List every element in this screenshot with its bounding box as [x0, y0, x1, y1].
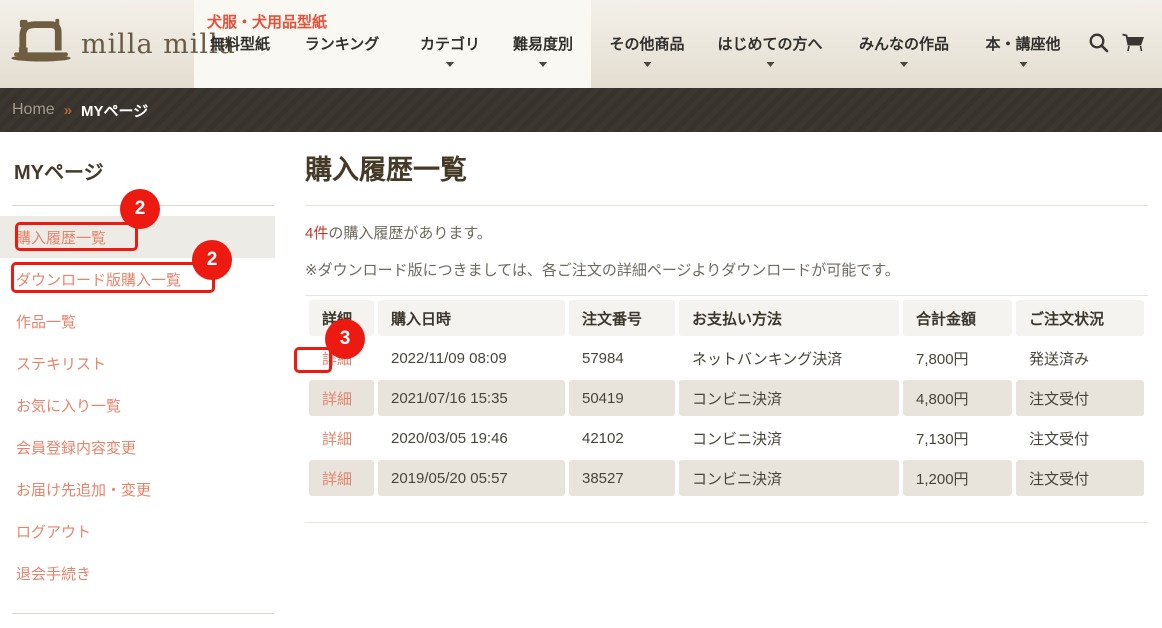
sidebar-item-suteki-list[interactable]: ステキリスト	[0, 342, 275, 384]
chevron-down-icon	[1019, 62, 1027, 67]
search-icon[interactable]	[1087, 31, 1111, 55]
nav-item-user-works[interactable]: みんなの作品	[859, 33, 949, 67]
payment-method: コンビニ決済	[679, 420, 899, 456]
breadcrumb-separator-icon: »	[64, 102, 72, 119]
purchase-date: 2021/07/16 15:35	[378, 380, 565, 416]
col-header-order-no: 注文番号	[569, 300, 675, 336]
breadcrumb-current: MYページ	[81, 100, 148, 121]
nav-item-free-patterns[interactable]: 無料型紙	[210, 33, 270, 54]
order-status: 注文受付	[1016, 460, 1144, 496]
total-amount: 7,130円	[903, 420, 1012, 456]
tab-label: 犬服・犬用品型紙	[207, 11, 327, 32]
download-note: ※ダウンロード版につきましては、各ご注文の詳細ページよりダウンロードが可能です。	[305, 259, 900, 280]
sidebar-item-member-info-change[interactable]: 会員登録内容変更	[0, 426, 275, 468]
purchase-history-table-wrap: 詳細 購入日時 注文番号 お支払い方法 合計金額 ご注文状況 詳細 2022/1…	[305, 295, 1148, 500]
table-row: 詳細 2019/05/20 05:57 38527 コンビニ決済 1,200円 …	[309, 460, 1144, 496]
page-title: 購入履歴一覧	[305, 148, 467, 187]
total-amount: 4,800円	[903, 380, 1012, 416]
detail-link[interactable]: 詳細	[322, 431, 352, 448]
annotation-badge: 3	[325, 319, 365, 359]
history-count-text: の購入履歴があります。	[328, 225, 492, 242]
order-number: 42102	[569, 420, 675, 456]
chevron-down-icon	[643, 62, 651, 67]
table-row: 詳細 2020/03/05 19:46 42102 コンビニ決済 7,130円 …	[309, 420, 1144, 456]
purchase-history-table: 詳細 購入日時 注文番号 お支払い方法 合計金額 ご注文状況 詳細 2022/1…	[305, 296, 1148, 500]
chevron-down-icon	[900, 62, 908, 67]
chevron-down-icon	[539, 62, 547, 67]
col-header-status: ご注文状況	[1016, 300, 1144, 336]
annotation-box-download-purchases	[11, 262, 215, 293]
sidebar-item-logout[interactable]: ログアウト	[0, 510, 275, 552]
annotation-badge: 2	[120, 189, 160, 229]
divider	[305, 205, 1148, 206]
site-header: milla milla 犬服・犬用品型紙 無料型紙 ランキング カテゴリ 難易度…	[0, 0, 1162, 88]
annotation-box-detail-link	[294, 347, 332, 373]
cart-icon[interactable]	[1120, 31, 1146, 55]
content-area: MYページ 購入履歴一覧 ダウンロード版購入一覧 作品一覧 ステキリスト お気に…	[0, 132, 1162, 628]
order-number: 57984	[569, 340, 675, 376]
chevron-down-icon	[446, 62, 454, 67]
payment-method: コンビニ決済	[679, 460, 899, 496]
sidebar-item-favorites[interactable]: お気に入り一覧	[0, 384, 275, 426]
order-status: 注文受付	[1016, 380, 1144, 416]
sidebar-item-withdrawal[interactable]: 退会手続き	[0, 552, 275, 594]
sidebar-item-shipping-address[interactable]: お届け先追加・変更	[0, 468, 275, 510]
divider	[305, 522, 1148, 523]
sidebar-item-works[interactable]: 作品一覧	[0, 300, 275, 342]
sidebar-title: MYページ	[14, 156, 104, 185]
nav-item-books-courses[interactable]: 本・講座他	[985, 33, 1060, 67]
logo[interactable]: milla milla	[10, 16, 236, 62]
total-amount: 1,200円	[903, 460, 1012, 496]
payment-method: コンビニ決済	[679, 380, 899, 416]
total-amount: 7,800円	[903, 340, 1012, 376]
order-status: 注文受付	[1016, 420, 1144, 456]
order-number: 50419	[569, 380, 675, 416]
purchase-date: 2020/03/05 19:46	[378, 420, 565, 456]
divider	[12, 613, 274, 614]
payment-method: ネットバンキング決済	[679, 340, 899, 376]
col-header-payment: お支払い方法	[679, 300, 899, 336]
order-number: 38527	[569, 460, 675, 496]
history-count: 4件の購入履歴があります。	[305, 222, 492, 243]
nav-item-beginners[interactable]: はじめての方へ	[717, 33, 822, 67]
table-row: 詳細 2022/11/09 08:09 57984 ネットバンキング決済 7,8…	[309, 340, 1144, 376]
table-row: 詳細 2021/07/16 15:35 50419 コンビニ決済 4,800円 …	[309, 380, 1144, 416]
detail-link[interactable]: 詳細	[322, 391, 352, 408]
chevron-down-icon	[766, 62, 774, 67]
annotation-badge: 2	[192, 240, 232, 280]
nav-item-other-products[interactable]: その他商品	[609, 33, 684, 67]
detail-link[interactable]: 詳細	[322, 471, 352, 488]
col-header-total: 合計金額	[903, 300, 1012, 336]
col-header-date: 購入日時	[378, 300, 565, 336]
table-header-row: 詳細 購入日時 注文番号 お支払い方法 合計金額 ご注文状況	[309, 300, 1144, 336]
history-count-number: 4件	[305, 225, 328, 242]
nav-item-ranking[interactable]: ランキング	[305, 33, 380, 54]
sewing-machine-icon	[10, 16, 72, 62]
nav-item-category[interactable]: カテゴリ	[420, 33, 480, 67]
breadcrumb: Home » MYページ	[0, 88, 1162, 132]
nav-item-difficulty[interactable]: 難易度別	[513, 33, 573, 67]
breadcrumb-home-link[interactable]: Home	[12, 101, 55, 119]
purchase-date: 2019/05/20 05:57	[378, 460, 565, 496]
purchase-date: 2022/11/09 08:09	[378, 340, 565, 376]
order-status: 発送済み	[1016, 340, 1144, 376]
annotation-box-purchase-history	[15, 222, 138, 251]
